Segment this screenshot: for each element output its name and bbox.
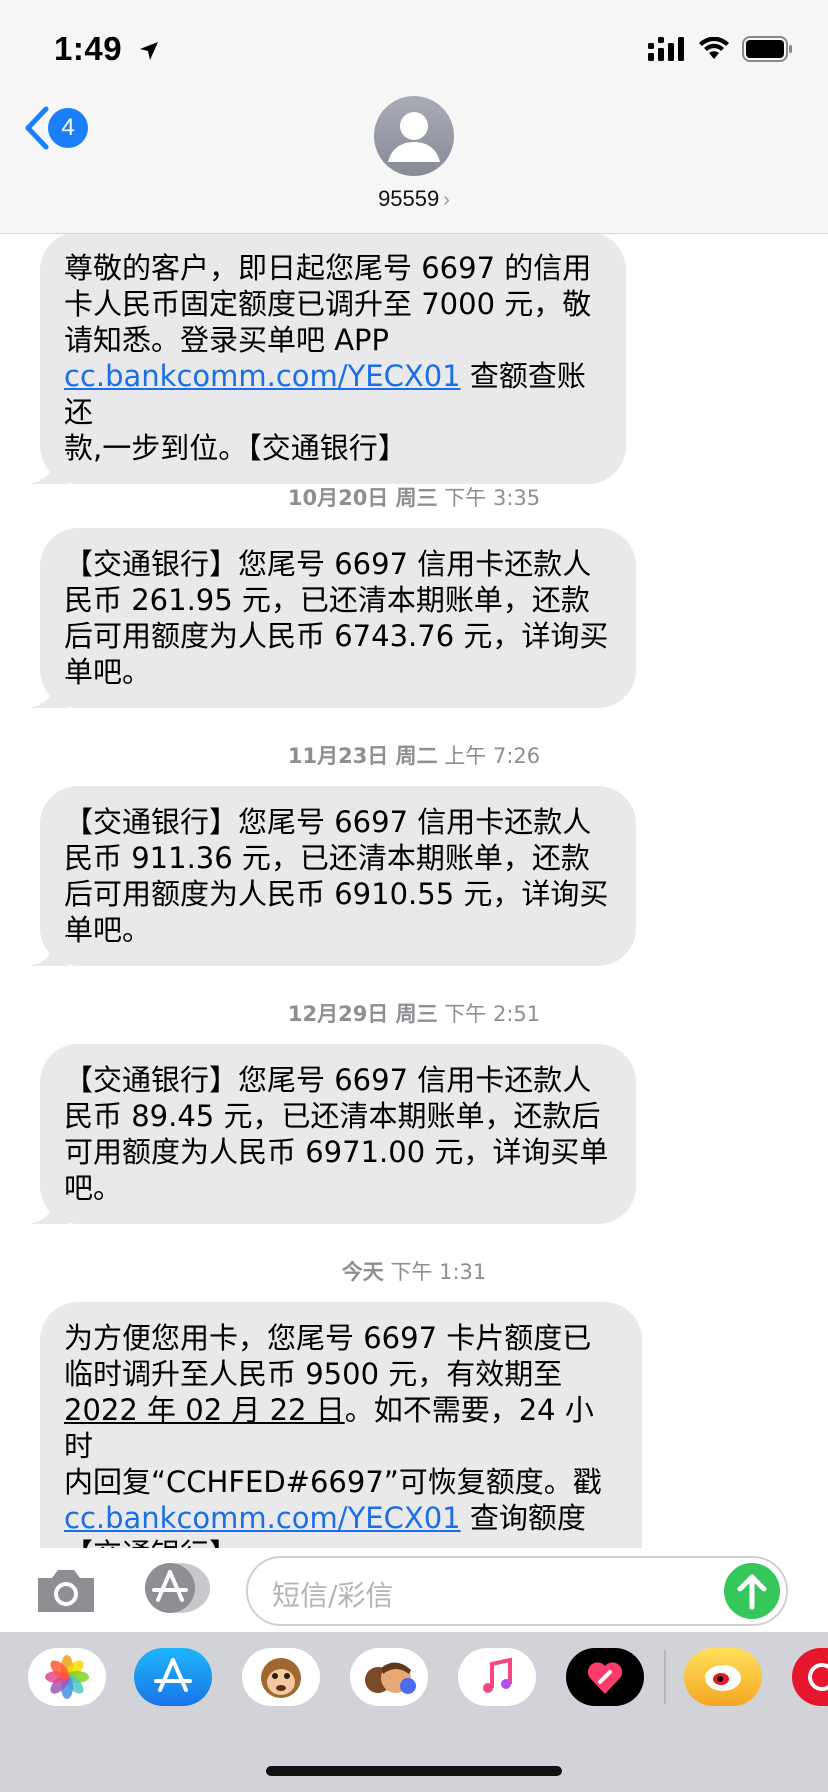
memoji-monkey-icon[interactable]	[242, 1648, 320, 1706]
message-line: 卡人民币固定额度已调升至 7000 元，敬	[64, 287, 592, 321]
arrow-up-icon	[737, 1574, 767, 1610]
status-bar-indicators	[648, 34, 794, 64]
message-bubble[interactable]: 【交通银行】您尾号 6697 信用卡还款人 民币 261.95 元，已还清本期账…	[28, 528, 636, 708]
imessage-app-drawer	[0, 1632, 828, 1792]
message-line: 民币 911.36 元，已还清本期账单，还款	[64, 841, 590, 875]
message-line: 款,一步到位。【交通银行】	[64, 431, 407, 465]
message-line: 后可用额度为人民币 6910.55 元，详询买	[64, 877, 609, 911]
message-bubble[interactable]: 【交通银行】您尾号 6697 信用卡还款人 民币 89.45 元，已还清本期账单…	[28, 1044, 636, 1224]
message-line: 为方便您用卡，您尾号 6697 卡片额度已	[64, 1321, 592, 1355]
photos-icon[interactable]	[28, 1648, 106, 1706]
message-bubble[interactable]: 【交通银行】您尾号 6697 信用卡还款人 民币 911.36 元，已还清本期账…	[28, 786, 636, 966]
memoji-icon[interactable]	[350, 1648, 428, 1706]
message-line: 【交通银行】您尾号 6697 信用卡还款人	[64, 805, 592, 839]
chevron-right-icon: ›	[443, 189, 450, 211]
message-line: 请知悉。登录买单吧 APP	[64, 323, 390, 357]
message-line: 内回复“CCHFED#6697”可恢复额度。戳	[64, 1465, 602, 1499]
status-bar-time: 1:49	[54, 30, 160, 68]
contact-name: 95559	[378, 186, 440, 211]
message-bubble[interactable]: 为方便您用卡，您尾号 6697 卡片额度已 临时调升至人民币 9500 元，有效…	[40, 1302, 642, 1548]
message-input-placeholder: 短信/彩信	[272, 1579, 394, 1612]
message-timestamp: 11月23日 周二 上午 7:26	[287, 744, 541, 768]
message-timestamp: 今天 下午 1:31	[341, 1260, 487, 1284]
message-timestamp: 12月29日 周三 下午 2:51	[287, 1002, 541, 1026]
app-store-icon[interactable]	[134, 1648, 212, 1706]
camera-icon[interactable]	[34, 1568, 98, 1614]
back-button[interactable]: 4	[22, 104, 88, 152]
message-line: 民币 89.45 元，已还清本期账单，还款后	[64, 1099, 601, 1133]
bubble-tail	[28, 678, 68, 708]
message-line: 民币 261.95 元，已还清本期账单，还款	[64, 583, 590, 617]
contact-avatar[interactable]	[374, 96, 454, 176]
message-line: 单吧。	[64, 913, 152, 947]
message-line: 后可用额度为人民币 6743.76 元，详询买	[64, 619, 609, 653]
message-line: 【交通银行】您尾号 6697 信用卡还款人	[64, 1063, 592, 1097]
partial-app-icon[interactable]	[792, 1648, 828, 1706]
message-line: 【交通银行】	[64, 1536, 618, 1548]
message-line: 单吧。	[64, 655, 152, 689]
bubble-tail	[28, 1194, 68, 1224]
conversation-header: 1:49 4 95559 ›	[0, 0, 828, 234]
contact-name-button[interactable]: 95559 ›	[0, 186, 828, 212]
location-arrow-icon	[139, 42, 158, 61]
bubble-tail	[28, 454, 68, 484]
unread-count-badge: 4	[48, 108, 88, 148]
bubble-tail	[28, 936, 68, 966]
music-icon[interactable]	[458, 1648, 536, 1706]
message-bubble[interactable]: 尊敬的客户，即日起您尾号 6697 的信用 卡人民币固定额度已调升至 7000 …	[28, 232, 626, 484]
compose-bar: 短信/彩信	[0, 1548, 828, 1632]
message-link[interactable]: cc.bankcomm.com/YECX01	[64, 359, 461, 393]
battery-icon	[742, 36, 792, 62]
home-indicator[interactable]	[266, 1766, 562, 1776]
wifi-icon	[699, 37, 729, 59]
message-line: 可用额度为人民币 6971.00 元，详询买单	[64, 1135, 609, 1169]
weibo-icon[interactable]	[684, 1648, 762, 1706]
message-text: 查询额度	[460, 1501, 586, 1535]
app-store-apps-icon[interactable]	[140, 1562, 212, 1614]
digital-touch-icon[interactable]	[566, 1648, 644, 1706]
message-line: 吧。	[64, 1171, 123, 1205]
cellular-signal-icon	[648, 37, 684, 61]
message-line: 【交通银行】您尾号 6697 信用卡还款人	[64, 547, 592, 581]
message-input[interactable]: 短信/彩信	[246, 1556, 788, 1626]
message-timestamp: 10月20日 周三 下午 3:35	[287, 486, 541, 510]
send-button[interactable]	[724, 1563, 780, 1619]
person-icon	[388, 112, 440, 162]
date-link[interactable]: 2022 年 02 月 22 日	[64, 1393, 345, 1427]
message-line: 尊敬的客户，即日起您尾号 6697 的信用	[64, 251, 592, 285]
dock-divider	[664, 1650, 666, 1704]
message-link[interactable]: cc.bankcomm.com/YECX01	[64, 1501, 461, 1535]
message-line: 临时调升至人民币 9500 元，有效期至	[64, 1357, 563, 1391]
